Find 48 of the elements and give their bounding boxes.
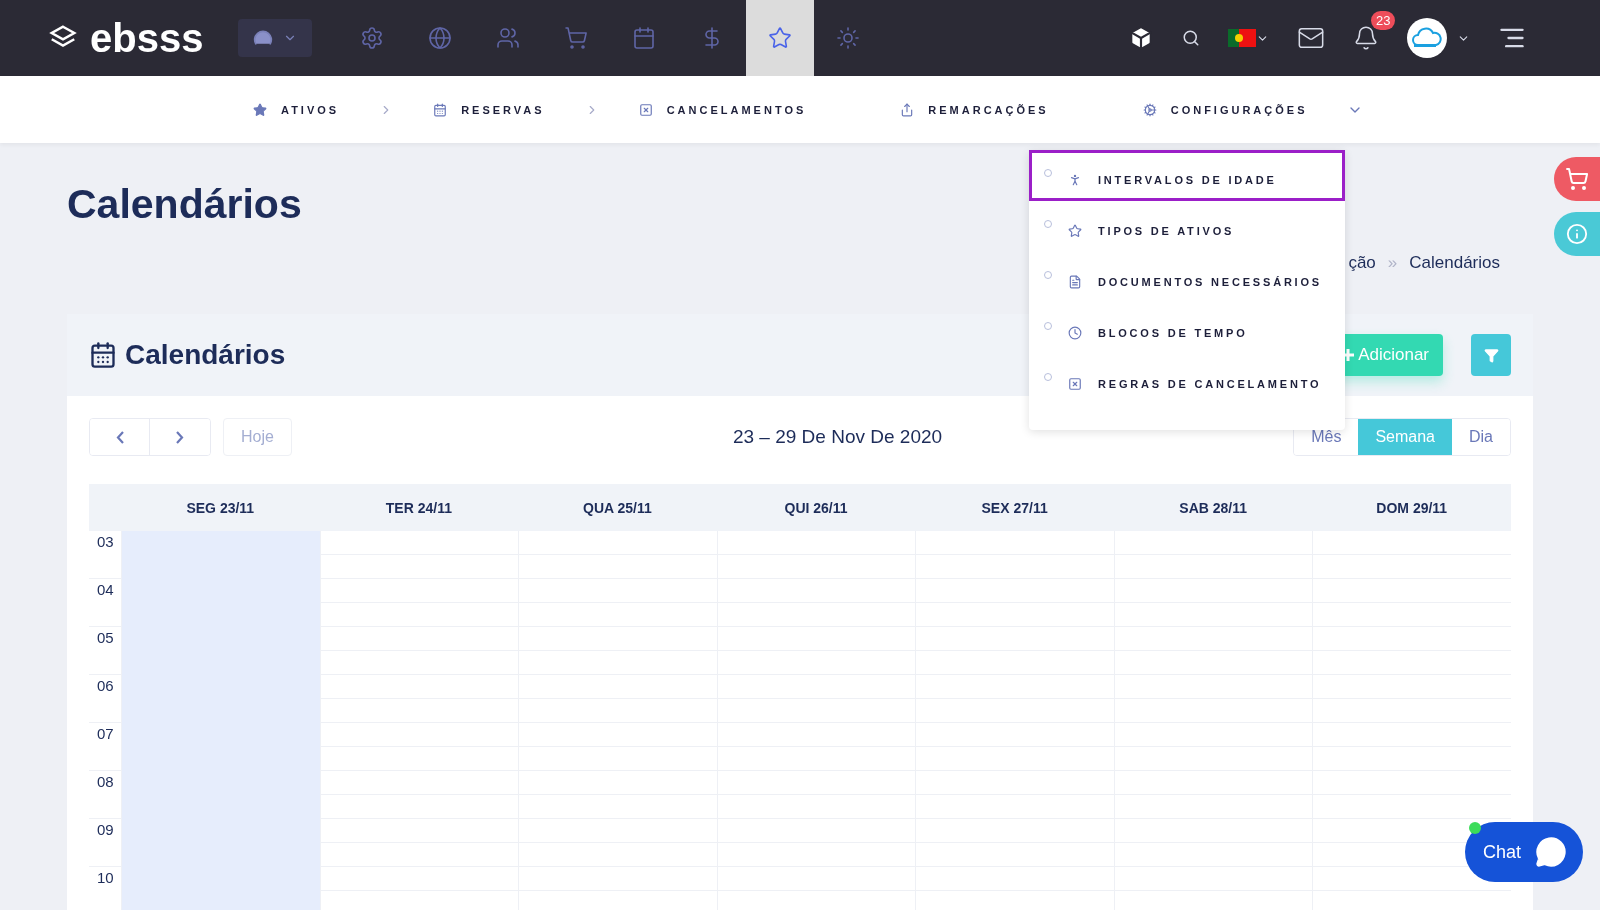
breadcrumb-item[interactable]: Calendários — [1409, 253, 1500, 314]
info-button[interactable] — [1554, 212, 1600, 256]
logo-text: ebsss — [90, 15, 204, 61]
day-header: SEX 27/11 — [980, 499, 1049, 516]
cloud-icon — [1412, 27, 1442, 49]
gears-icon — [1142, 102, 1157, 117]
chevron-right-icon — [176, 430, 184, 444]
cart-button[interactable] — [1554, 157, 1600, 201]
nav-tab[interactable]: ATIVOS — [253, 102, 340, 117]
menu-item[interactable]: INTERVALOS DE IDADE — [1029, 150, 1345, 201]
info-icon — [1566, 223, 1588, 245]
flag-icon — [1228, 29, 1256, 47]
filter-button[interactable] — [1471, 334, 1511, 376]
notification-badge: 23 — [1371, 11, 1396, 30]
clock-icon — [1068, 325, 1082, 340]
page-title: Calendários — [67, 181, 302, 229]
star-icon — [253, 102, 267, 117]
person-icon — [1068, 172, 1082, 187]
filter-icon — [1483, 347, 1499, 363]
day-header: TER 24/11 — [384, 499, 453, 516]
chat-button[interactable]: Chat — [1465, 822, 1583, 882]
document-icon — [1068, 274, 1082, 289]
calendar-icon — [89, 341, 117, 369]
x-square-icon — [1068, 376, 1082, 391]
share-icon — [900, 102, 915, 117]
nav-tab[interactable]: CONFIGURAÇÕES — [1142, 102, 1308, 117]
breadcrumb-separator: » — [1387, 253, 1398, 274]
breadcrumb-item[interactable]: ção — [1348, 253, 1376, 314]
x-square-icon — [638, 102, 653, 117]
cart-icon — [1565, 167, 1589, 191]
nav-tab[interactable]: CANCELAMENTOS — [638, 102, 807, 117]
star-icon — [1068, 223, 1082, 238]
menu-item[interactable]: TIPOS DE ATIVOS — [1029, 201, 1345, 252]
dashboard-dropdown[interactable] — [238, 19, 312, 57]
day-header: SEG 23/11 — [185, 499, 256, 516]
day-header: SAB 28/11 — [1178, 499, 1249, 516]
nav-tab[interactable]: REMARCAÇÕES — [900, 102, 1049, 117]
chevron-left-icon — [115, 430, 124, 444]
speech-bubble-icon — [1535, 836, 1568, 868]
day-header: DOM 29/11 — [1375, 499, 1449, 516]
day-header: QUA 25/11 — [582, 499, 653, 516]
calendar-icon — [433, 102, 448, 117]
date-range: 23 – 29 De Nov De 2020 — [731, 426, 944, 448]
day-header: QUI 26/11 — [783, 499, 849, 516]
menu-item[interactable]: DOCUMENTOS NECESSÁRIOS — [1029, 252, 1345, 303]
card-title: Calendários — [125, 339, 287, 371]
previous-button[interactable] — [90, 419, 150, 455]
nav-tab[interactable]: RESERVAS — [433, 102, 545, 117]
